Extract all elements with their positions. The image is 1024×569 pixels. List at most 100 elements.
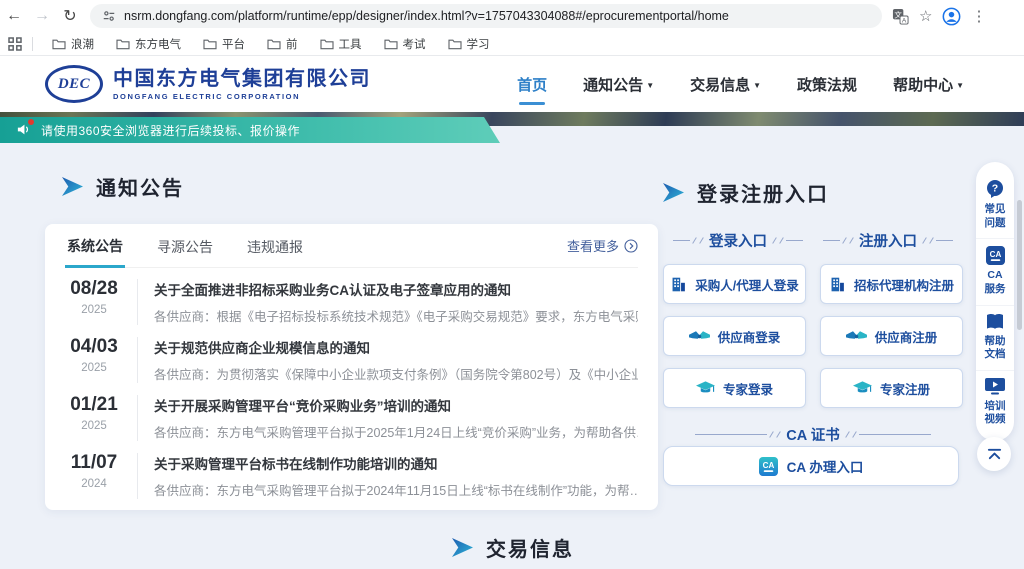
svg-text:CA: CA (762, 460, 774, 469)
portal-buttons: 采购人/代理人登录 招标代理机构注册 供应商登录 供应商注册 专家登录 专家注册 (663, 264, 963, 408)
back-icon[interactable]: ← (0, 7, 28, 25)
divider (32, 37, 33, 51)
supplier-register-button[interactable]: 供应商注册 (820, 316, 963, 356)
handshake-icon (846, 329, 867, 344)
sidebar-item-ca-service[interactable]: CA CA服务 (976, 238, 1014, 304)
scrollbar-thumb[interactable] (1017, 200, 1022, 330)
site-settings-icon[interactable] (102, 9, 116, 23)
bookmark-folder[interactable]: 考试 (375, 36, 435, 52)
section-title: 交易信息 (486, 533, 574, 562)
announcement-title[interactable]: 关于采购管理平台标书在线制作功能培训的通知 (154, 453, 638, 473)
announcement-desc: 各供应商：东方电气采购管理平台拟于2024年11月15日上线“标书在线制作”功能… (154, 480, 638, 499)
trade-info-heading: 交易信息 (452, 533, 574, 562)
announcement-row[interactable]: 11/07 2024 关于采购管理平台标书在线制作功能培训的通知 各供应商：东方… (65, 442, 638, 500)
bookmark-folder[interactable]: 平台 (194, 36, 254, 52)
expert-login-button[interactable]: 专家登录 (663, 368, 806, 408)
sidebar-item-help-docs[interactable]: 帮助文档 (976, 305, 1014, 370)
site-header: DEC 中国东方电气集团有限公司 DONGFANG ELECTRIC CORPO… (0, 56, 1024, 112)
notification-dot (28, 119, 34, 125)
svg-text:A: A (902, 17, 907, 24)
document-icon (985, 313, 1005, 331)
bookmarks-bar: 浪潮 东方电气 平台 前 工具 考试 学习 (0, 32, 1024, 56)
arrow-icon (663, 183, 684, 202)
browser-toolbar: ← → ↻ nsrm.dongfang.com/platform/runtime… (0, 0, 1024, 32)
building-icon (670, 276, 687, 293)
announcements-heading: 通知公告 (62, 172, 184, 201)
supplier-login-button[interactable]: 供应商登录 (663, 316, 806, 356)
bookmark-folder[interactable]: 东方电气 (107, 36, 190, 52)
question-icon: ? (985, 179, 1005, 199)
announcement-row[interactable]: 01/21 2025 关于开展采购管理平台“竞价采购业务”培训的通知 各供应商：… (65, 384, 638, 442)
tab-system-notices[interactable]: 系统公告 (65, 224, 125, 268)
date-block: 01/21 2025 (65, 395, 123, 432)
graduation-cap-icon (696, 381, 715, 396)
main-nav: 首页 通知公告▼ 交易信息▼ 政策法规 帮助中心▼ (517, 68, 964, 101)
section-title: 通知公告 (96, 172, 184, 201)
announcements-card: 系统公告 寻源公告 违规通报 查看更多 08/28 2025 关于全面推进非招标… (45, 224, 658, 510)
ca-apply-button[interactable]: CA CA 办理入口 (663, 446, 959, 486)
announcement-row[interactable]: 08/28 2025 关于全面推进非招标采购业务CA认证及电子签章应用的通知 各… (65, 268, 638, 326)
announcement-title[interactable]: 关于规范供应商企业规模信息的通知 (154, 337, 638, 357)
announcement-tabs: 系统公告 寻源公告 违规通报 查看更多 (65, 224, 638, 268)
announcement-title[interactable]: 关于全面推进非招标采购业务CA认证及电子签章应用的通知 (154, 279, 638, 299)
bookmark-folder[interactable]: 浪潮 (43, 36, 103, 52)
video-icon (985, 378, 1005, 396)
company-name-en: DONGFANG ELECTRIC CORPORATION (113, 92, 371, 101)
view-more-link[interactable]: 查看更多 (567, 236, 638, 255)
url-text: nsrm.dongfang.com/platform/runtime/epp/d… (124, 9, 729, 23)
browser-actions: 文A ☆ ⋮ (892, 7, 986, 26)
company-name-cn: 中国东方电气集团有限公司 (113, 68, 371, 90)
speaker-icon (16, 122, 32, 138)
nav-home[interactable]: 首页 (517, 68, 547, 101)
ca-badge-icon: CA (986, 246, 1005, 265)
bookmark-folder[interactable]: 学习 (439, 36, 499, 52)
apps-grid-icon[interactable] (8, 37, 22, 51)
nav-announcements[interactable]: 通知公告▼ (583, 68, 654, 101)
forward-icon[interactable]: → (28, 7, 56, 25)
sidebar-item-faq[interactable]: ? 常见问题 (976, 172, 1014, 238)
buyer-agent-login-button[interactable]: 采购人/代理人登录 (663, 264, 806, 304)
login-subheader: 登录入口 (663, 230, 813, 251)
sidebar-item-training-videos[interactable]: 培训视频 (976, 370, 1014, 435)
notice-banner-text: 请使用360安全浏览器进行后续投标、报价操作 (41, 122, 300, 139)
tab-sourcing-notices[interactable]: 寻源公告 (155, 225, 215, 266)
date-block: 11/07 2024 (65, 453, 123, 490)
bookmark-folder[interactable]: 工具 (311, 36, 371, 52)
company-logo[interactable]: DEC 中国东方电气集团有限公司 DONGFANG ELECTRIC CORPO… (45, 65, 371, 103)
back-to-top-icon (987, 448, 1002, 460)
bidding-agency-register-button[interactable]: 招标代理机构注册 (820, 264, 963, 304)
handshake-icon (689, 329, 710, 344)
svg-text:?: ? (992, 183, 998, 195)
back-to-top-button[interactable] (977, 437, 1011, 471)
graduation-cap-icon (853, 381, 872, 396)
bookmark-star-icon[interactable]: ☆ (919, 7, 932, 25)
ca-badge-icon: CA (759, 457, 778, 476)
chevron-down-icon: ▼ (956, 81, 964, 90)
nav-help-center[interactable]: 帮助中心▼ (893, 68, 964, 101)
announcement-desc: 各供应商：东方电气采购管理平台拟于2025年1月24日上线“竞价采购”业务，为帮… (154, 422, 638, 441)
announcement-title[interactable]: 关于开展采购管理平台“竞价采购业务”培训的通知 (154, 395, 638, 415)
announcement-desc: 各供应商：根据《电子招标投标系统技术规范》《电子采购交易规范》要求，东方电气采购… (154, 306, 638, 325)
ca-certificate-subheader: CA 证书 (663, 424, 963, 445)
reload-icon[interactable]: ↻ (56, 6, 84, 26)
screen: ← → ↻ nsrm.dongfang.com/platform/runtime… (0, 0, 1024, 569)
expert-register-button[interactable]: 专家注册 (820, 368, 963, 408)
profile-icon[interactable] (942, 7, 961, 26)
quick-sidebar: ? 常见问题 CA CA服务 帮助文档 培训视频 (976, 162, 1014, 441)
nav-policies[interactable]: 政策法规 (797, 68, 857, 101)
menu-icon[interactable]: ⋮ (971, 7, 986, 25)
bookmark-folder[interactable]: 前 (258, 36, 307, 52)
nav-trade-info[interactable]: 交易信息▼ (690, 68, 761, 101)
svg-text:CA: CA (989, 250, 1001, 259)
address-bar[interactable]: nsrm.dongfang.com/platform/runtime/epp/d… (90, 4, 882, 28)
portal-subheaders: 登录入口 注册入口 (663, 230, 963, 251)
translate-icon[interactable]: 文A (892, 8, 909, 25)
dec-logo-icon: DEC (45, 65, 103, 103)
building-icon (829, 276, 846, 293)
announcement-desc: 各供应商：为贯彻落实《保障中小企业款项支付条例》（国务院令第802号）及《中小企… (154, 364, 638, 383)
circle-chevron-right-icon (624, 239, 638, 253)
date-block: 08/28 2025 (65, 279, 123, 316)
chevron-down-icon: ▼ (753, 81, 761, 90)
tab-violation-reports[interactable]: 违规通报 (245, 225, 305, 266)
announcement-row[interactable]: 04/03 2025 关于规范供应商企业规模信息的通知 各供应商：为贯彻落实《保… (65, 326, 638, 384)
